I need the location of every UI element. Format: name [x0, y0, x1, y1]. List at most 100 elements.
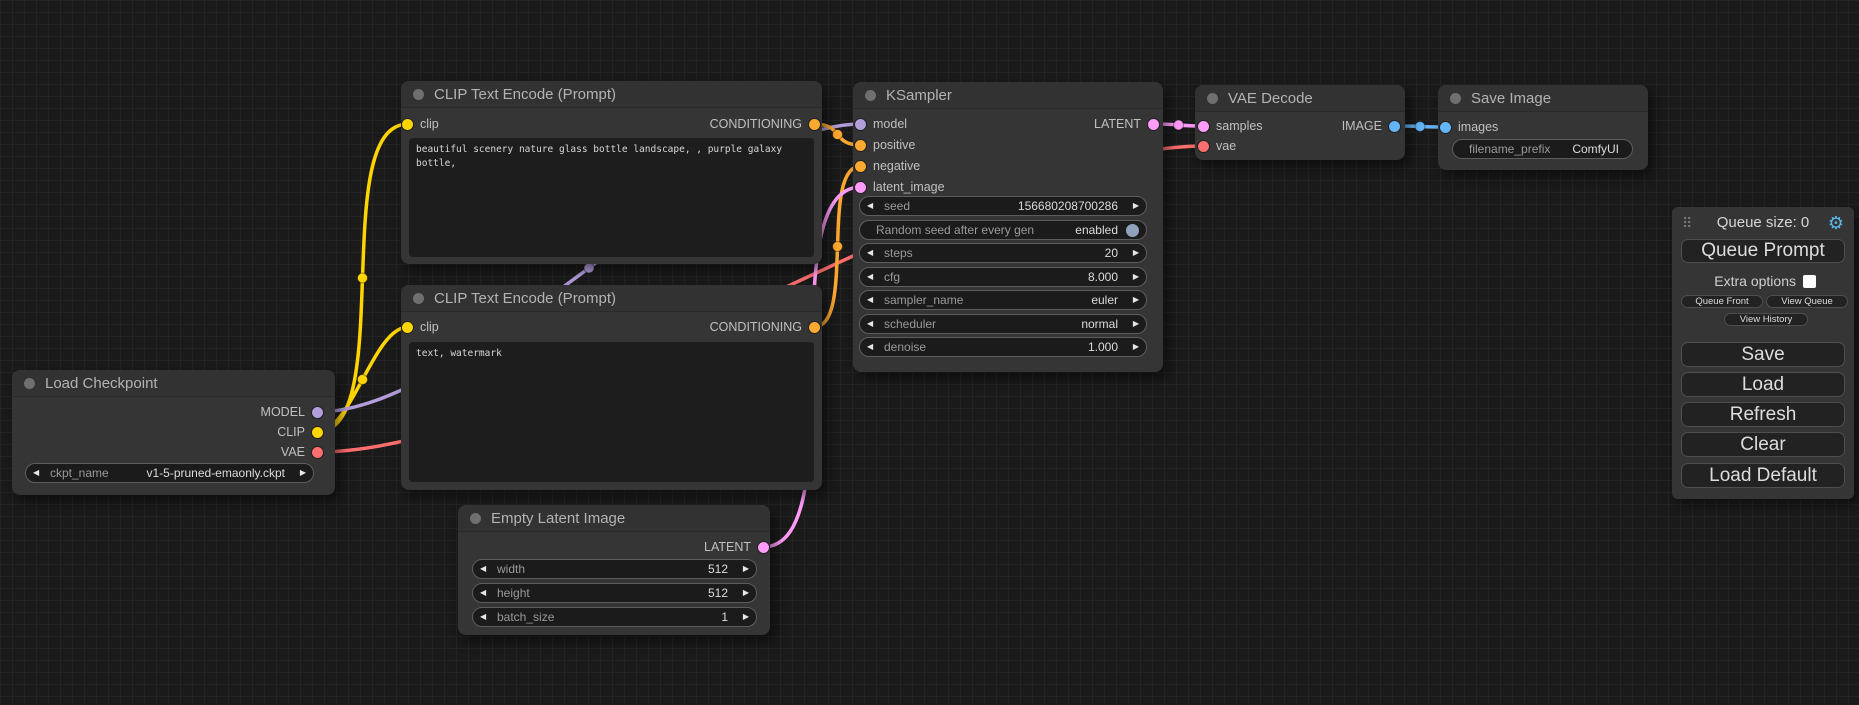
widget-left-arrow[interactable]: ◀: [867, 249, 882, 257]
widget-value[interactable]: 512: [708, 586, 734, 600]
settings-gear-icon[interactable]: ⚙: [1828, 213, 1844, 233]
output-slot-dot-vae[interactable]: [312, 447, 323, 458]
node-title-bar[interactable]: Empty Latent Image: [458, 505, 770, 532]
collapse-dot[interactable]: [24, 378, 35, 389]
node-save-image[interactable]: Save Imageimagesfilename_prefixComfyUI: [1438, 85, 1648, 170]
widget-steps[interactable]: ◀steps20▶: [859, 243, 1147, 263]
node-vae-decode[interactable]: VAE DecodesamplesvaeIMAGE: [1195, 85, 1405, 160]
prompt-textarea[interactable]: [409, 342, 814, 482]
widget-left-arrow[interactable]: ◀: [867, 320, 882, 328]
output-slot-vae: VAE: [281, 445, 323, 459]
node-title-bar[interactable]: KSampler: [853, 82, 1163, 109]
save-button[interactable]: Save: [1681, 342, 1845, 367]
widget-right-arrow[interactable]: ▶: [734, 613, 749, 621]
input-slot-dot-negative[interactable]: [855, 161, 866, 172]
widget-value[interactable]: 1: [721, 610, 734, 624]
input-slot-model: model: [855, 117, 907, 131]
input-slot-label: positive: [873, 138, 915, 152]
output-slot-dot-latent[interactable]: [1148, 119, 1159, 130]
load-default-button[interactable]: Load Default: [1681, 463, 1845, 488]
widget-right-arrow[interactable]: ▶: [1124, 249, 1139, 257]
output-slot-dot-latent[interactable]: [758, 542, 769, 553]
input-slot-dot-vae[interactable]: [1198, 141, 1209, 152]
widget-left-arrow[interactable]: ◀: [867, 343, 882, 351]
widget-right-arrow[interactable]: ▶: [734, 589, 749, 597]
widget-sampler_name[interactable]: ◀sampler_nameeuler▶: [859, 290, 1147, 310]
widget-height[interactable]: ◀height512▶: [472, 583, 757, 603]
widget-right-arrow[interactable]: ▶: [734, 565, 749, 573]
widget-right-arrow[interactable]: ▶: [1124, 320, 1139, 328]
node-clip-text-encode-negative[interactable]: CLIP Text Encode (Prompt)clipCONDITIONIN…: [401, 285, 822, 490]
input-slot-dot-images[interactable]: [1440, 122, 1451, 133]
seed-toggle-dot[interactable]: [1126, 224, 1139, 237]
queue-front-button[interactable]: Queue Front: [1681, 295, 1763, 308]
widget-value[interactable]: v1-5-pruned-emaonly.ckpt: [146, 466, 291, 480]
widget-left-arrow[interactable]: ◀: [867, 202, 882, 210]
node-empty-latent-image[interactable]: Empty Latent ImageLATENT◀width512▶◀heigh…: [458, 505, 770, 635]
collapse-dot[interactable]: [865, 90, 876, 101]
input-slot-dot-samples[interactable]: [1198, 121, 1209, 132]
widget-value[interactable]: normal: [1081, 317, 1124, 331]
widget-value[interactable]: 156680208700286: [1018, 199, 1124, 213]
widget-random-seed-after-every-gen[interactable]: Random seed after every genenabled: [859, 220, 1147, 240]
widget-left-arrow[interactable]: ◀: [33, 469, 48, 477]
node-title-bar[interactable]: Save Image: [1438, 85, 1648, 112]
widget-left-arrow[interactable]: ◀: [480, 589, 495, 597]
widget-left-arrow[interactable]: ◀: [867, 273, 882, 281]
node-title-bar[interactable]: VAE Decode: [1195, 85, 1405, 112]
node-title-bar[interactable]: Load Checkpoint: [12, 370, 335, 397]
node-ksampler[interactable]: KSamplermodelpositivenegativelatent_imag…: [853, 82, 1163, 372]
prompt-textarea[interactable]: [409, 138, 814, 257]
widget-scheduler[interactable]: ◀schedulernormal▶: [859, 314, 1147, 334]
output-slot-dot-model[interactable]: [312, 407, 323, 418]
widget-left-arrow[interactable]: ◀: [480, 565, 495, 573]
node-load-checkpoint[interactable]: Load CheckpointMODELCLIPVAE◀ckpt_namev1-…: [12, 370, 335, 495]
widget-left-arrow[interactable]: ◀: [480, 613, 495, 621]
input-slot-dot-positive[interactable]: [855, 140, 866, 151]
output-slot-dot-conditioning[interactable]: [809, 322, 820, 333]
collapse-dot[interactable]: [1207, 93, 1218, 104]
clear-button[interactable]: Clear: [1681, 432, 1845, 457]
widget-left-arrow[interactable]: ◀: [867, 296, 882, 304]
collapse-dot[interactable]: [413, 293, 424, 304]
widget-right-arrow[interactable]: ▶: [1124, 296, 1139, 304]
widget-value[interactable]: euler: [1091, 293, 1124, 307]
widget-value[interactable]: 20: [1105, 246, 1124, 260]
widget-right-arrow[interactable]: ▶: [1124, 343, 1139, 351]
widget-right-arrow[interactable]: ▶: [1124, 273, 1139, 281]
node-clip-text-encode-positive[interactable]: CLIP Text Encode (Prompt)clipCONDITIONIN…: [401, 81, 822, 264]
load-button[interactable]: Load: [1681, 372, 1845, 397]
refresh-button[interactable]: Refresh: [1681, 402, 1845, 427]
widget-value[interactable]: 1.000: [1088, 340, 1124, 354]
input-slot-vae: vae: [1198, 139, 1236, 153]
widget-cfg[interactable]: ◀cfg8.000▶: [859, 267, 1147, 287]
output-slot-dot-conditioning[interactable]: [809, 119, 820, 130]
input-slot-dot-latent_image[interactable]: [855, 182, 866, 193]
input-slot-dot-clip[interactable]: [402, 119, 413, 130]
widget-value[interactable]: enabled: [1075, 223, 1124, 237]
collapse-dot[interactable]: [413, 89, 424, 100]
output-slot-dot-clip[interactable]: [312, 427, 323, 438]
widget-filename_prefix[interactable]: filename_prefixComfyUI: [1452, 139, 1633, 159]
output-slot-dot-image[interactable]: [1389, 121, 1400, 132]
widget-right-arrow[interactable]: ▶: [291, 469, 306, 477]
node-title-bar[interactable]: CLIP Text Encode (Prompt): [401, 81, 822, 108]
widget-seed[interactable]: ◀seed156680208700286▶: [859, 196, 1147, 216]
widget-denoise[interactable]: ◀denoise1.000▶: [859, 337, 1147, 357]
input-slot-dot-clip[interactable]: [402, 322, 413, 333]
view-history-button[interactable]: View History: [1724, 313, 1808, 326]
node-title-bar[interactable]: CLIP Text Encode (Prompt): [401, 285, 822, 312]
widget-value[interactable]: 8.000: [1088, 270, 1124, 284]
widget-right-arrow[interactable]: ▶: [1124, 202, 1139, 210]
widget-value[interactable]: 512: [708, 562, 734, 576]
view-queue-button[interactable]: View Queue: [1766, 295, 1848, 308]
input-slot-dot-model[interactable]: [855, 119, 866, 130]
collapse-dot[interactable]: [1450, 93, 1461, 104]
widget-width[interactable]: ◀width512▶: [472, 559, 757, 579]
collapse-dot[interactable]: [470, 513, 481, 524]
extra-options-checkbox[interactable]: [1803, 275, 1816, 288]
widget-ckpt_name[interactable]: ◀ckpt_namev1-5-pruned-emaonly.ckpt▶: [25, 463, 314, 483]
widget-value[interactable]: ComfyUI: [1572, 142, 1625, 156]
queue-prompt-button[interactable]: Queue Prompt: [1681, 239, 1845, 263]
widget-batch_size[interactable]: ◀batch_size1▶: [472, 607, 757, 627]
